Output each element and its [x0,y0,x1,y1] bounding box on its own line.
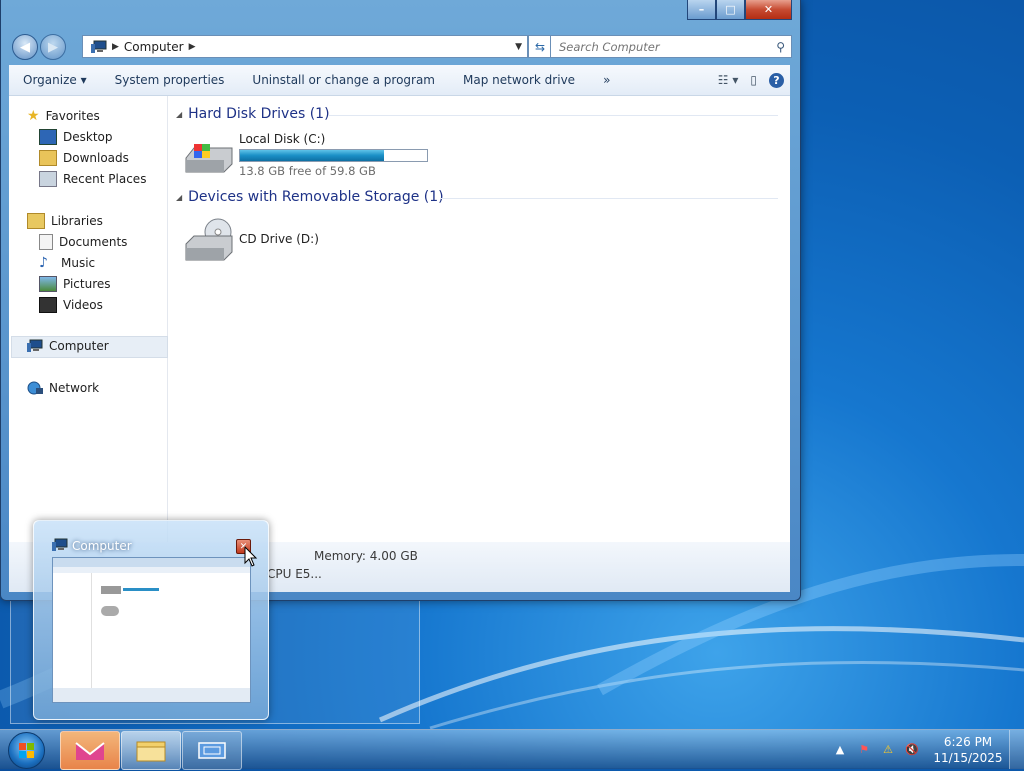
network-icon [27,381,43,395]
drive-name: Local Disk (C:) [239,132,326,146]
documents-icon [39,234,53,250]
group-divider [440,198,778,199]
clock-time: 6:26 PM [943,734,993,749]
taskbar-app-pinned[interactable] [60,731,120,770]
computer-icon [91,40,107,53]
pictures-icon [39,276,57,292]
sidebar-item-favorites[interactable]: ★ Favorites [27,108,100,124]
drive-free-space: 13.8 GB free of 59.8 GB [239,164,376,178]
search-input[interactable] [557,38,771,55]
drive-usage-bar [239,149,428,162]
close-button[interactable]: ✕ [745,0,792,20]
search-icon[interactable]: ⚲ [776,40,785,54]
folder-icon [136,741,166,761]
action-center-icon[interactable]: ⚑ [855,743,873,756]
system-properties-button[interactable]: System properties [101,73,239,87]
group-header-removable-storage[interactable]: ◢ Devices with Removable Storage (1) [176,189,444,205]
drive-cd[interactable]: CD Drive (D:) [184,216,384,264]
hard-drive-icon [185,144,233,173]
show-desktop-button[interactable] [1009,730,1024,769]
breadcrumb-arrow-icon: ▶ [112,41,119,52]
group-header-hard-disk-drives[interactable]: ◢ Hard Disk Drives (1) [176,106,330,122]
start-button[interactable] [8,732,45,769]
window-controls: – □ ✕ [687,0,792,20]
taskbar-computer-button[interactable] [182,731,242,770]
drive-usage-fill [240,150,384,161]
cpu-info: CPU E5... [267,567,322,581]
address-path[interactable]: Computer [124,40,184,54]
preview-title: Computer [72,539,132,553]
libraries-icon [27,213,45,229]
preview-thumbnail-image [52,557,251,703]
change-view-icon[interactable]: ☷ ▾ [718,73,739,87]
taskbar-thumbnail-preview[interactable]: Computer ✕ [33,520,269,720]
drive-local-disk[interactable]: Local Disk (C:) 13.8 GB free of 59.8 GB [184,132,444,180]
explorer-window: – □ ✕ ◀ ▶ ▶ Computer ▶ ▼ ⇆ ⚲ Organize ▾ … [0,0,801,601]
address-bar[interactable]: ▶ Computer ▶ ▼ [82,35,528,58]
sidebar-item-music[interactable]: ♪ Music [39,255,95,271]
navigation-pane: ★ Favorites Desktop Downloads Recent Pla… [9,96,168,542]
sidebar-item-libraries[interactable]: Libraries [27,213,103,229]
view-controls: ☷ ▾ ▯ ? [718,72,784,88]
videos-icon [39,297,57,313]
mouse-cursor-icon [244,546,258,567]
sidebar-item-computer[interactable]: Computer [27,339,109,353]
computer-icon [52,538,68,551]
clock-date: 11/15/2025 [933,750,1003,765]
command-bar: Organize ▾ System properties Uninstall o… [9,65,790,96]
taskbar: ▲ ⚑ ⚠ 🔇 6:26 PM 11/15/2025 [0,729,1024,770]
network-status-icon[interactable]: ⚠ [879,743,897,756]
sidebar-item-downloads[interactable]: Downloads [39,150,129,166]
memory-info: Memory: 4.00 GB [314,549,418,563]
computer-window-icon [198,741,226,759]
sidebar-item-network[interactable]: Network [27,381,99,395]
help-icon[interactable]: ? [769,72,784,88]
app-icon [75,741,105,760]
navigation-bar: ◀ ▶ ▶ Computer ▶ ▼ ⇆ ⚲ [9,33,792,60]
sidebar-item-documents[interactable]: Documents [39,234,127,250]
sidebar-item-pictures[interactable]: Pictures [39,276,111,292]
collapse-triangle-icon[interactable]: ◢ [176,110,182,119]
taskbar-explorer-button[interactable] [121,731,181,770]
sidebar-item-desktop[interactable]: Desktop [39,129,113,145]
maximize-button[interactable]: □ [716,0,745,20]
uninstall-program-button[interactable]: Uninstall or change a program [238,73,449,87]
show-hidden-icons-button[interactable]: ▲ [831,743,849,756]
content-area: ★ Favorites Desktop Downloads Recent Pla… [9,96,790,542]
system-tray: ▲ ⚑ ⚠ 🔇 6:26 PM 11/15/2025 [831,730,1024,769]
search-box[interactable]: ⚲ [550,35,792,58]
star-icon: ★ [27,108,40,124]
sidebar-item-recent-places[interactable]: Recent Places [39,171,146,187]
minimize-button[interactable]: – [687,0,716,20]
collapse-triangle-icon[interactable]: ◢ [176,193,182,202]
map-network-drive-button[interactable]: Map network drive [449,73,589,87]
address-dropdown-icon[interactable]: ▼ [515,42,522,52]
sidebar-item-videos[interactable]: Videos [39,297,103,313]
organize-menu[interactable]: Organize ▾ [9,73,101,87]
windows-logo-icon [19,743,34,758]
drive-name: CD Drive (D:) [239,232,319,246]
music-icon: ♪ [39,255,48,271]
recent-places-icon [39,171,57,187]
refresh-button[interactable]: ⇆ [528,35,552,58]
volume-muted-icon[interactable]: 🔇 [903,743,921,756]
group-divider [328,115,778,116]
preview-pane-icon[interactable]: ▯ [750,73,757,87]
desktop-icon [39,129,57,145]
cd-drive-icon [185,218,233,261]
back-button[interactable]: ◀ [12,34,38,60]
main-pane: ◢ Hard Disk Drives (1) Local Disk (C:) 1… [168,96,790,542]
downloads-folder-icon [39,150,57,166]
breadcrumb-arrow-icon[interactable]: ▶ [189,42,196,52]
computer-icon [27,339,43,352]
more-commands-button[interactable]: » [589,73,624,87]
clock[interactable]: 6:26 PM 11/15/2025 [927,734,1009,766]
forward-button[interactable]: ▶ [40,34,66,60]
